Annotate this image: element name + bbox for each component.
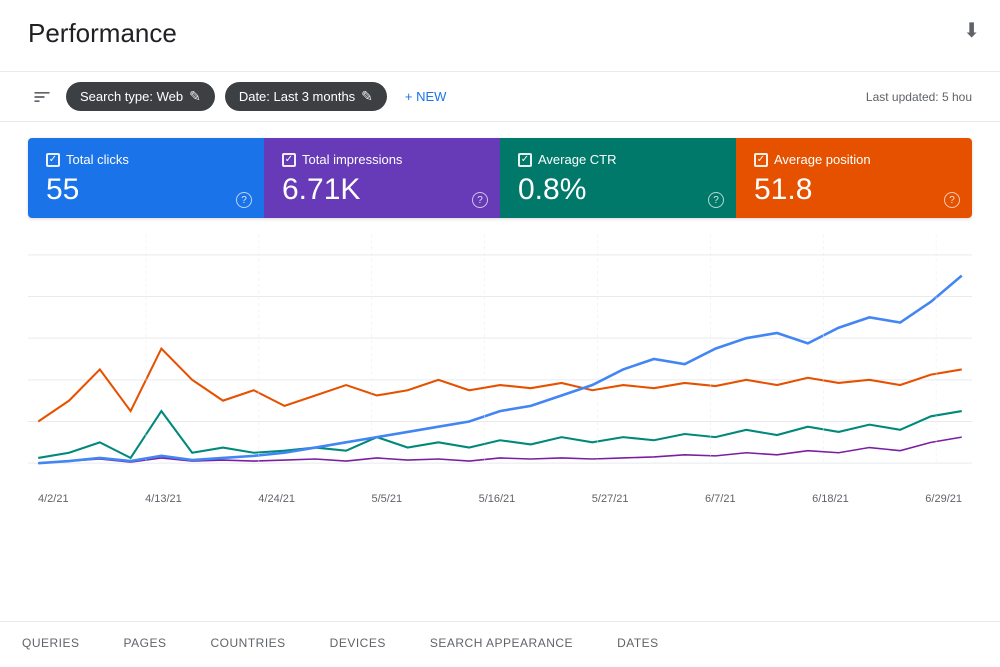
total-impressions-checkbox: ✓ xyxy=(282,153,296,167)
total-clicks-checkbox: ✓ xyxy=(46,153,60,167)
average-position-label: Average position xyxy=(774,152,871,167)
new-button[interactable]: + NEW xyxy=(397,83,455,110)
x-label-6: 5/27/21 xyxy=(592,493,629,505)
content-wrapper: Performance ⬇ Search type: Web ✎ Date: L… xyxy=(0,0,1000,667)
x-axis: 4/2/21 4/13/21 4/24/21 5/5/21 5/16/21 5/… xyxy=(28,493,972,505)
total-impressions-value: 6.71K xyxy=(282,173,482,206)
metric-card-average-ctr[interactable]: ✓ Average CTR 0.8% ? xyxy=(500,138,736,218)
header: Performance xyxy=(0,0,1000,72)
x-label-5: 5/16/21 xyxy=(479,493,516,505)
tab-queries[interactable]: QUERIES xyxy=(0,622,102,667)
metric-card-average-position[interactable]: ✓ Average position 51.8 ? xyxy=(736,138,972,218)
date-edit-icon: ✎ xyxy=(361,88,373,105)
performance-chart xyxy=(28,234,972,484)
average-position-help-icon[interactable]: ? xyxy=(944,192,960,208)
tab-dates[interactable]: DATES xyxy=(595,622,681,667)
average-position-checkbox: ✓ xyxy=(754,153,768,167)
x-label-4: 5/5/21 xyxy=(372,493,403,505)
metric-card-total-clicks[interactable]: ✓ Total clicks 55 ? xyxy=(28,138,264,218)
x-label-1: 4/2/21 xyxy=(38,493,69,505)
total-clicks-label: Total clicks xyxy=(66,152,129,167)
total-impressions-label: Total impressions xyxy=(302,152,402,167)
x-label-7: 6/7/21 xyxy=(705,493,736,505)
x-label-9: 6/29/21 xyxy=(925,493,962,505)
filter-icon-button[interactable] xyxy=(28,83,56,111)
tab-pages[interactable]: PAGES xyxy=(102,622,189,667)
total-clicks-value: 55 xyxy=(46,173,246,206)
toolbar: Search type: Web ✎ Date: Last 3 months ✎… xyxy=(0,72,1000,122)
average-ctr-checkbox: ✓ xyxy=(518,153,532,167)
chart-area: 4/2/21 4/13/21 4/24/21 5/5/21 5/16/21 5/… xyxy=(28,234,972,514)
x-label-3: 4/24/21 xyxy=(258,493,295,505)
average-ctr-value: 0.8% xyxy=(518,173,718,206)
bottom-tabs: QUERIES PAGES COUNTRIES DEVICES SEARCH A… xyxy=(0,621,1000,667)
search-type-edit-icon: ✎ xyxy=(189,88,201,105)
x-label-2: 4/13/21 xyxy=(145,493,182,505)
metric-card-total-impressions[interactable]: ✓ Total impressions 6.71K ? xyxy=(264,138,500,218)
x-label-8: 6/18/21 xyxy=(812,493,849,505)
tab-search-appearance[interactable]: SEARCH APPEARANCE xyxy=(408,622,595,667)
date-chip[interactable]: Date: Last 3 months ✎ xyxy=(225,82,387,111)
search-type-chip[interactable]: Search type: Web ✎ xyxy=(66,82,215,111)
average-position-value: 51.8 xyxy=(754,173,954,206)
tab-devices[interactable]: DEVICES xyxy=(308,622,408,667)
metrics-row: ✓ Total clicks 55 ? ✓ Total impressions … xyxy=(28,138,972,218)
last-updated: Last updated: 5 hou xyxy=(866,90,972,104)
average-ctr-help-icon[interactable]: ? xyxy=(708,192,724,208)
average-ctr-label: Average CTR xyxy=(538,152,617,167)
total-clicks-help-icon[interactable]: ? xyxy=(236,192,252,208)
page-container: Performance ⬇ Search type: Web ✎ Date: L… xyxy=(0,0,1000,667)
download-icon[interactable]: ⬇ xyxy=(963,18,980,43)
tab-countries[interactable]: COUNTRIES xyxy=(188,622,307,667)
page-title: Performance xyxy=(28,18,972,49)
total-impressions-help-icon[interactable]: ? xyxy=(472,192,488,208)
